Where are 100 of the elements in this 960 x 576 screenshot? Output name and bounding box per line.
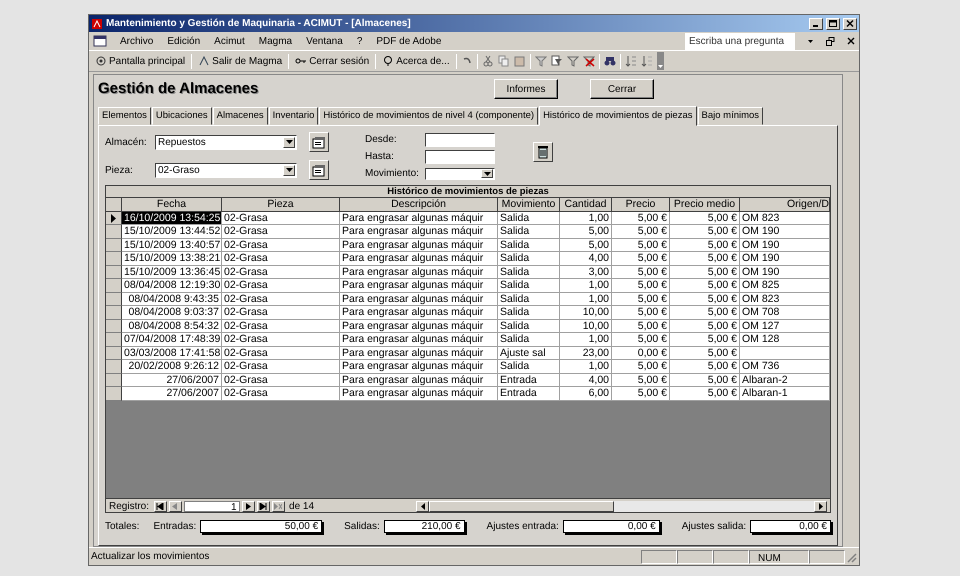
reports-button[interactable]: Informes <box>494 79 558 99</box>
table-cell: 15/10/2009 13:40:57 <box>122 238 222 252</box>
date-from-field[interactable] <box>425 132 495 147</box>
dropdown-icon <box>286 168 292 172</box>
tab[interactable]: Ubicaciones <box>152 107 212 126</box>
total-label: Salidas: <box>344 520 380 534</box>
toolbar-button[interactable]: Pantalla principal <box>93 54 188 68</box>
field-label: Almacén: <box>105 136 148 150</box>
cut-icon[interactable] <box>482 55 494 67</box>
maximize-button[interactable] <box>826 18 840 30</box>
horizontal-scrollbar[interactable] <box>416 501 827 512</box>
column-header[interactable]: Movimiento <box>498 198 560 212</box>
row-selector[interactable] <box>106 360 122 374</box>
row-selector[interactable] <box>106 346 122 360</box>
row-selector[interactable] <box>106 292 122 306</box>
row-selector[interactable] <box>106 320 122 334</box>
resize-grip-icon[interactable] <box>845 550 857 562</box>
toolbar-button[interactable]: Cerrar sesión <box>293 54 372 68</box>
row-selector[interactable] <box>106 374 122 388</box>
column-header[interactable]: Origen/D <box>740 198 830 212</box>
toolbar-button[interactable]: Acerca de... <box>380 54 452 68</box>
remove-filter-icon[interactable] <box>582 55 595 67</box>
open-form-button[interactable] <box>309 160 329 180</box>
column-header[interactable]: Pieza <box>222 198 340 212</box>
table-cell: OM 190 <box>740 266 830 280</box>
field-label: Desde: <box>365 133 398 148</box>
sort-descending-icon[interactable] <box>640 55 653 67</box>
table-cell: Salida <box>498 292 560 306</box>
table-cell: 5,00 € <box>612 387 670 401</box>
table-cell: Salida <box>498 266 560 280</box>
menu-item[interactable]: ? <box>356 34 364 48</box>
row-selector[interactable] <box>106 279 122 293</box>
part-dropdown[interactable]: 02-Graso <box>155 162 297 178</box>
record-label: Registro: <box>109 500 150 514</box>
current-row-icon <box>111 214 116 222</box>
table-cell: 02-Grasa <box>222 333 340 347</box>
tab[interactable]: Bajo mínimos <box>698 107 764 126</box>
table-cell: 5,00 € <box>612 252 670 266</box>
previous-record-button[interactable] <box>168 501 182 512</box>
menu-item[interactable]: Edición <box>166 34 202 48</box>
table-cell: 20/02/2008 9:26:12 <box>122 360 222 374</box>
table-cell: Para engrasar algunas máquir <box>340 279 498 293</box>
row-selector[interactable] <box>106 252 122 266</box>
warehouse-dropdown[interactable]: Repuestos <box>155 134 297 150</box>
first-record-button[interactable] <box>154 501 167 512</box>
help-search-field[interactable]: Escriba una pregunta <box>685 32 795 50</box>
filter-form-icon[interactable] <box>550 55 563 67</box>
table-cell: Para engrasar algunas máquir <box>340 320 498 334</box>
form-title: Gestión de Almacenes <box>98 78 258 99</box>
row-selector[interactable] <box>106 212 122 226</box>
column-header[interactable]: Precio <box>612 198 670 212</box>
menu-item[interactable]: Archivo <box>119 34 154 48</box>
last-record-button[interactable] <box>256 501 270 512</box>
menu-item[interactable]: Ventana <box>305 34 344 48</box>
scroll-left-icon <box>420 503 425 510</box>
copy-icon[interactable] <box>498 55 510 67</box>
tab[interactable]: Histórico de movimientos de piezas <box>539 106 696 126</box>
row-selector[interactable] <box>106 333 122 347</box>
row-selector[interactable] <box>106 306 122 320</box>
toolbar-button[interactable]: Salir de Magma <box>196 54 284 68</box>
menu-item[interactable]: Magma <box>258 34 294 48</box>
totals-label: Totales: <box>105 520 140 534</box>
open-form-button[interactable] <box>309 132 329 152</box>
form-button[interactable]: Cerrar <box>590 79 654 99</box>
column-header[interactable]: Cantidad <box>560 198 612 212</box>
sort-ascending-icon[interactable] <box>624 55 637 67</box>
row-selector[interactable] <box>106 266 122 280</box>
table-cell: 5,00 € <box>670 387 740 401</box>
record-number-field[interactable]: 1 <box>184 501 240 512</box>
clear-filter-button[interactable] <box>533 142 553 162</box>
table-cell: Salida <box>498 225 560 239</box>
column-header[interactable]: Descripción <box>340 198 498 212</box>
table-cell: OM 190 <box>740 225 830 239</box>
status-panel <box>677 550 713 564</box>
close-icon[interactable] <box>847 37 855 45</box>
table-cell: 02-Grasa <box>222 306 340 320</box>
table-cell: Para engrasar algunas máquir <box>340 360 498 374</box>
minimize-button[interactable] <box>809 18 823 30</box>
tab[interactable]: Inventario <box>268 107 318 126</box>
tab[interactable]: Histórico de movimientos de nivel 4 (componente) <box>319 107 538 126</box>
filter-icon[interactable] <box>566 55 579 67</box>
menu-item[interactable]: PDF de Adobe <box>375 34 442 48</box>
column-header[interactable]: Fecha <box>122 198 222 212</box>
row-selector[interactable] <box>106 387 122 401</box>
movement-dropdown[interactable] <box>425 168 495 180</box>
binoculars-icon[interactable] <box>604 55 616 67</box>
menu-item[interactable]: Acimut <box>213 34 246 48</box>
table-cell: 02-Grasa <box>222 225 340 239</box>
row-selector[interactable] <box>106 225 122 239</box>
tab[interactable]: Elementos <box>98 107 151 126</box>
row-selector[interactable] <box>106 238 122 252</box>
column-header[interactable]: Precio medio <box>670 198 740 212</box>
close-button[interactable] <box>843 18 857 30</box>
dropdown-icon[interactable] <box>807 38 814 44</box>
new-record-button[interactable] <box>272 501 285 512</box>
date-to-field[interactable] <box>425 150 495 164</box>
toolbar-options-icon[interactable] <box>656 52 664 70</box>
next-record-button[interactable] <box>242 501 255 512</box>
restore-icon[interactable] <box>826 36 835 46</box>
tab[interactable]: Almacenes <box>212 107 268 126</box>
